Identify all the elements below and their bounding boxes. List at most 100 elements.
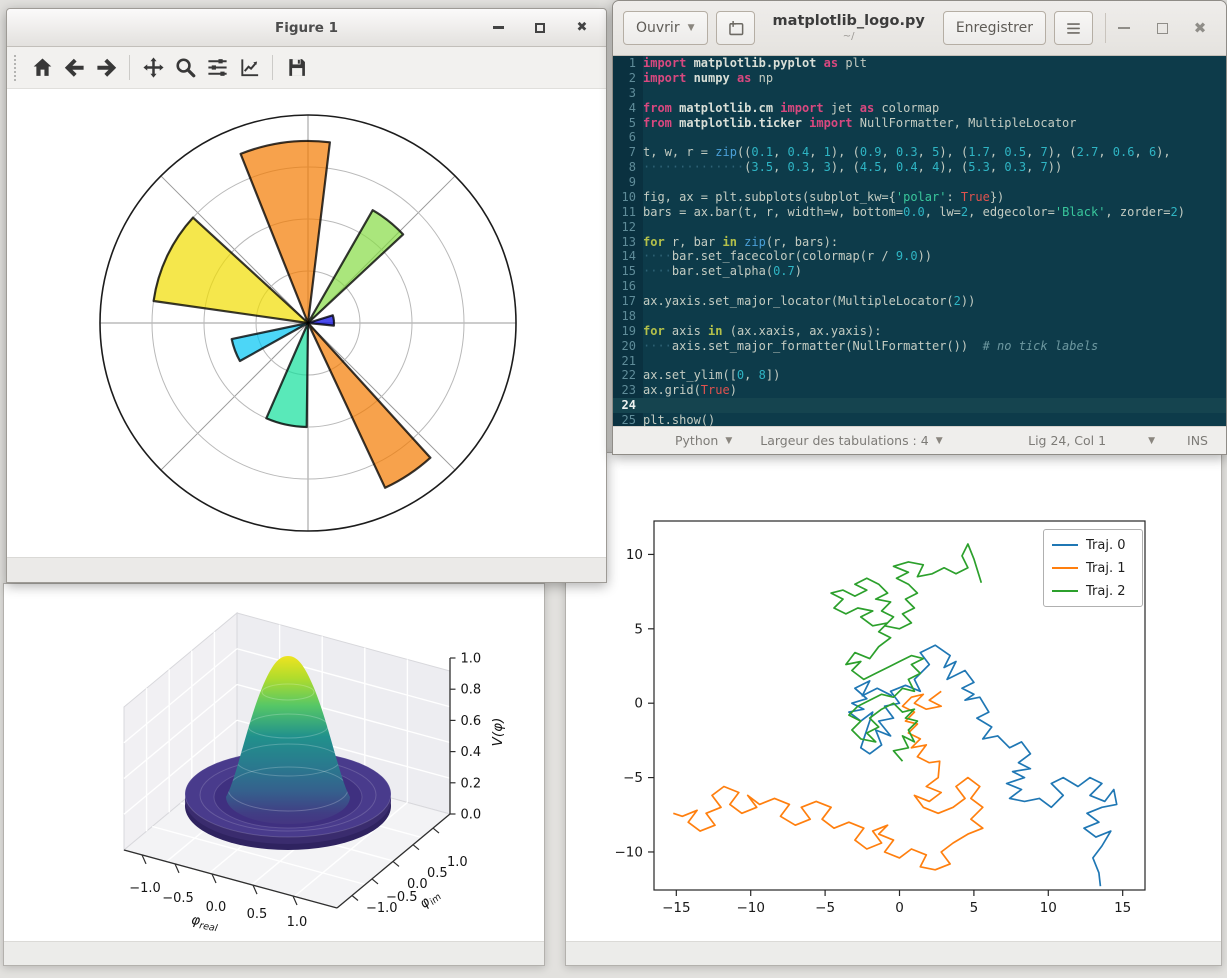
save-icon[interactable] [280,52,312,84]
code-line[interactable]: 7t, w, r = zip((0.1, 0.4, 1), (0.9, 0.3,… [613,145,1226,160]
open-button-label: Ouvrir [636,20,680,36]
input-mode[interactable]: INS [1187,433,1208,448]
code-line[interactable]: 24 [613,398,1226,413]
legend-line-sample [1052,590,1078,592]
svg-text:−10: −10 [615,844,644,860]
figure1-titlebar[interactable]: Figure 1 ✖ [7,9,606,47]
code-line[interactable]: 8··············(3.5, 0.3, 3), (4.5, 0.4,… [613,160,1226,175]
code-line[interactable]: 13for r, bar in zip(r, bars): [613,235,1226,250]
code-line[interactable]: 15····bar.set_alpha(0.7) [613,264,1226,279]
save-button[interactable]: Enregistrer [943,11,1046,45]
back-icon[interactable] [58,52,90,84]
language-selector[interactable]: Python ▼ [675,433,732,448]
tab-width-selector[interactable]: Largeur des tabulations : 4 ▼ [760,433,942,448]
editor-window: Ouvrir ▼ matplotlib_logo.py ~/ Enregistr… [612,0,1227,455]
figure1-canvas[interactable] [7,89,606,557]
code-line[interactable]: 10fig, ax = plt.subplots(subplot_kw={'po… [613,190,1226,205]
code-line[interactable]: 19for axis in (ax.xaxis, ax.yaxis): [613,324,1226,339]
line-number: 16 [613,279,643,294]
minimize-button[interactable] [490,20,506,36]
line-number: 2 [613,71,643,86]
surface-figure-window: −1.0−0.50.00.51.0−1.0−0.50.00.51.00.00.2… [3,583,545,966]
line-number: 6 [613,130,643,145]
code-line[interactable]: 1import matplotlib.pyplot as plt [613,56,1226,71]
line-number: 1 [613,56,643,71]
code-line[interactable]: 6 [613,130,1226,145]
new-tab-button[interactable] [716,11,755,45]
line-number: 24 [613,398,643,413]
code-line[interactable]: 9 [613,175,1226,190]
forward-icon[interactable] [90,52,122,84]
chevron-down-icon: ▼ [725,436,732,446]
open-button[interactable]: Ouvrir ▼ [623,11,708,45]
legend-line-sample [1052,567,1078,569]
line-number: 23 [613,383,643,398]
code-line[interactable]: 5from matplotlib.ticker import NullForma… [613,116,1226,131]
trajectories-chart[interactable]: −15−10−5051015−10−50510 [566,453,1221,943]
code-line[interactable]: 17ax.yaxis.set_major_locator(MultipleLoc… [613,294,1226,309]
code-editor[interactable]: 1import matplotlib.pyplot as plt2import … [613,56,1226,428]
desktop: Figure 1 ✖ [0,0,1227,978]
line-number: 22 [613,368,643,383]
line-number: 20 [613,339,643,354]
maximize-button[interactable] [1154,20,1170,36]
svg-text:0.6: 0.6 [461,714,482,729]
svg-text:5: 5 [634,621,643,637]
line-number: 13 [613,235,643,250]
subplots-icon[interactable] [201,52,233,84]
menu-button[interactable] [1054,11,1093,45]
code-line[interactable]: 4from matplotlib.cm import jet as colorm… [613,101,1226,116]
legend-line-sample [1052,544,1078,546]
svg-text:−5: −5 [815,900,835,916]
chevron-down-icon: ▼ [688,23,695,33]
svg-text:0: 0 [634,696,643,712]
code-line[interactable]: 23ax.grid(True) [613,383,1226,398]
line-number: 9 [613,175,643,190]
code-line[interactable]: 20····axis.set_major_formatter(NullForma… [613,339,1226,354]
toolbar-drag-handle[interactable] [14,55,16,81]
trajectories-figure-window: −15−10−5051015−10−50510 Traj. 0Traj. 1Tr… [565,452,1222,966]
code-line[interactable]: 2import numpy as np [613,71,1226,86]
svg-text:5: 5 [970,900,979,916]
line-number: 8 [613,160,643,175]
minimize-button[interactable] [1116,20,1132,36]
document-path: ~/ [755,31,943,42]
close-icon[interactable]: ✖ [574,20,590,36]
svg-text:1.0: 1.0 [461,652,482,667]
line-number: 4 [613,101,643,116]
home-icon[interactable] [26,52,58,84]
close-icon[interactable]: ✖ [1192,20,1208,36]
document-title: matplotlib_logo.py [755,14,943,30]
legend: Traj. 0Traj. 1Traj. 2 [1043,529,1143,607]
statusbar-dropdown[interactable]: ▼ [1148,436,1155,446]
code-line[interactable]: 18 [613,309,1226,324]
svg-text:10: 10 [626,547,643,563]
legend-label: Traj. 0 [1086,538,1126,553]
code-line[interactable]: 21 [613,354,1226,369]
line-number: 14 [613,249,643,264]
code-line[interactable]: 12 [613,220,1226,235]
code-line[interactable]: 16 [613,279,1226,294]
svg-text:−15: −15 [662,900,691,916]
maximize-button[interactable] [532,20,548,36]
code-line[interactable]: 3 [613,86,1226,101]
code-line[interactable]: 14····bar.set_facecolor(colormap(r / 9.0… [613,249,1226,264]
svg-text:0.5: 0.5 [427,866,448,881]
polar-bar-chart [7,89,606,557]
line-number: 21 [613,354,643,369]
zoom-icon[interactable] [169,52,201,84]
cursor-position: Lig 24, Col 1 [1028,433,1106,448]
customize-icon[interactable] [233,52,265,84]
svg-text:0.0: 0.0 [407,877,428,892]
header-separator [1105,13,1106,43]
svg-text:0.8: 0.8 [461,683,482,698]
code-line[interactable]: 11bars = ax.bar(t, r, width=w, bottom=0.… [613,205,1226,220]
pan-icon[interactable] [137,52,169,84]
svg-text:1.0: 1.0 [447,855,468,870]
svg-text:10: 10 [1040,900,1057,916]
code-line[interactable]: 22ax.set_ylim([0, 8]) [613,368,1226,383]
svg-text:1.0: 1.0 [287,915,308,930]
editor-headerbar[interactable]: Ouvrir ▼ matplotlib_logo.py ~/ Enregistr… [613,1,1226,56]
surface-3d-chart[interactable]: −1.0−0.50.00.51.0−1.0−0.50.00.51.00.00.2… [4,584,544,942]
legend-label: Traj. 2 [1086,584,1126,599]
